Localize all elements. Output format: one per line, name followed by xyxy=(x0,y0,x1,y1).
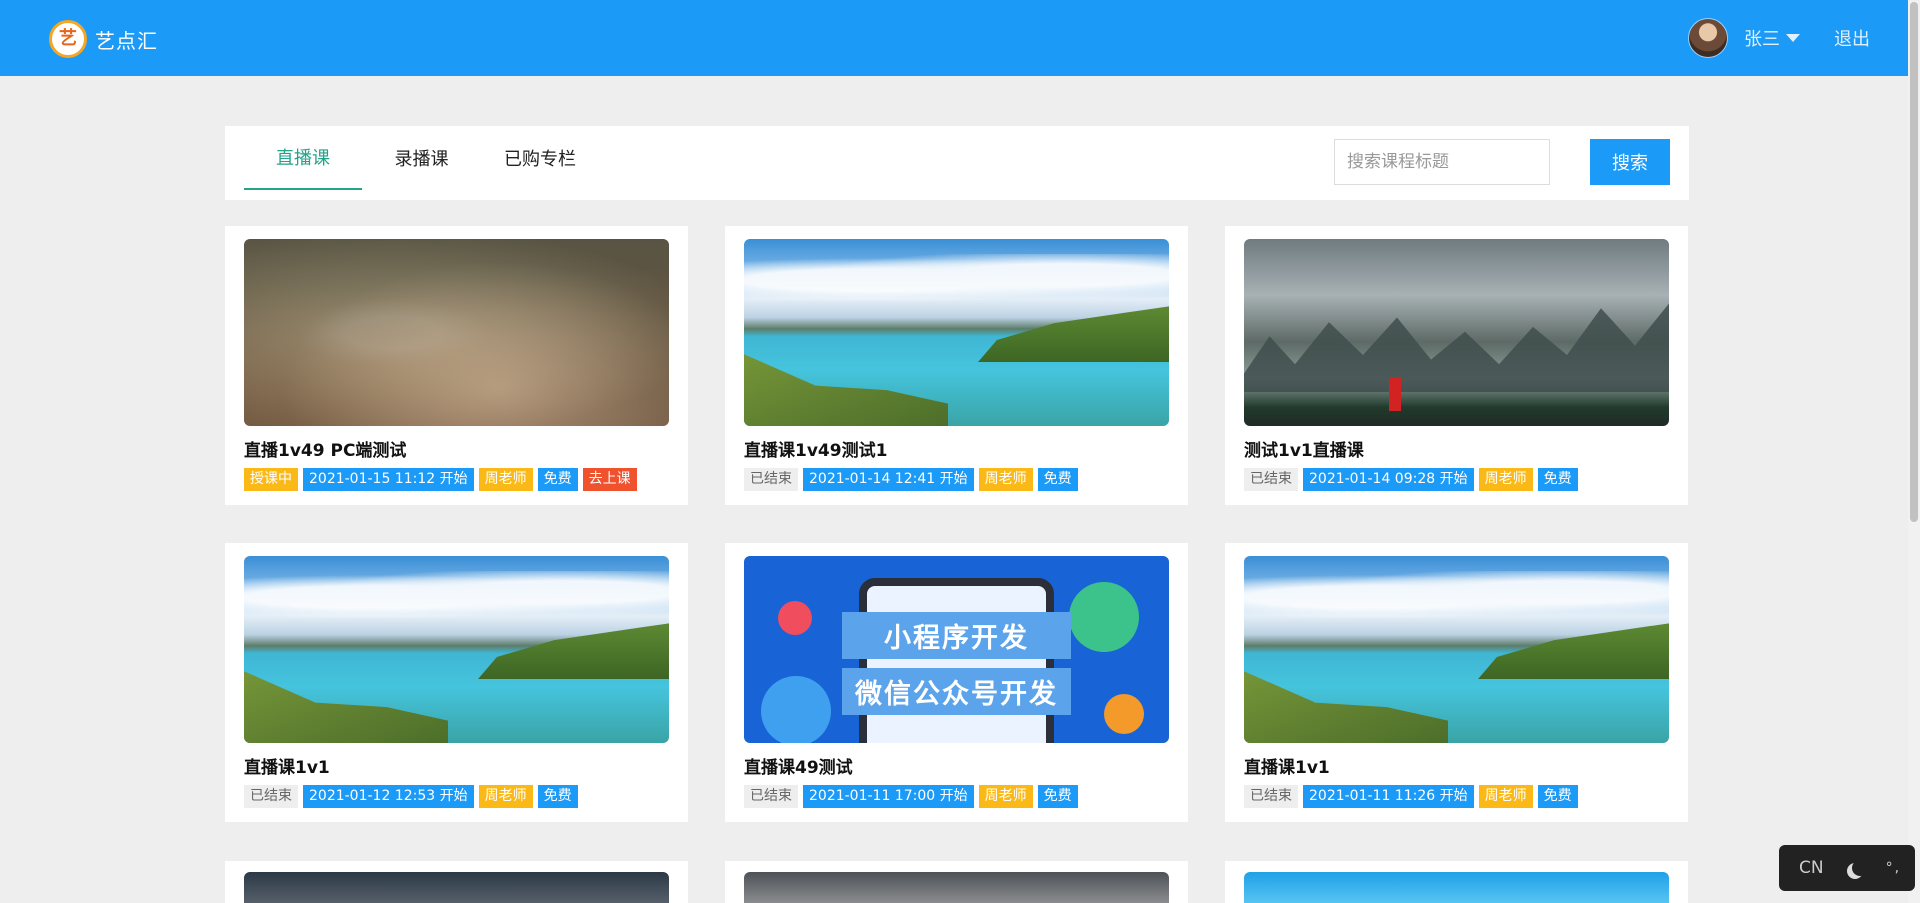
page-scrollbar[interactable] xyxy=(1908,0,1920,903)
price-badge: 免费 xyxy=(1037,468,1078,491)
course-title[interactable]: 直播课49测试 xyxy=(744,753,853,778)
start-time-badge: 2021-01-11 11:26 开始 xyxy=(1303,785,1474,808)
filter-panel: 直播课 录播课 已购专栏 搜索 xyxy=(225,126,1689,200)
course-card[interactable]: 直播课1v1 已结束 2021-01-12 12:53 开始 周老师 免费 xyxy=(225,543,688,822)
course-tags: 已结束 2021-01-14 09:28 开始 周老师 免费 xyxy=(1244,468,1583,491)
banner-text-line2: 微信公众号开发 xyxy=(841,668,1072,716)
tab-recorded-courses[interactable]: 录播课 xyxy=(362,126,481,190)
course-thumbnail[interactable] xyxy=(1244,872,1669,903)
course-card[interactable] xyxy=(1225,861,1688,903)
teacher-badge: 周老师 xyxy=(1478,468,1533,491)
start-time-badge: 2021-01-14 09:28 开始 xyxy=(1303,468,1474,491)
course-thumbnail[interactable] xyxy=(744,872,1169,903)
course-thumbnail[interactable]: 小程序开发 微信公众号开发 xyxy=(744,556,1169,743)
course-thumbnail[interactable] xyxy=(244,239,669,426)
course-tags: 授课中 2021-01-15 11:12 开始 周老师 免费 去上课 xyxy=(244,468,642,491)
banner-text-line1: 小程序开发 xyxy=(841,612,1072,660)
tab-purchased-columns[interactable]: 已购专栏 xyxy=(481,126,599,190)
status-badge: 已结束 xyxy=(744,785,798,808)
course-title[interactable]: 直播1v49 PC端测试 xyxy=(244,436,406,461)
price-badge: 免费 xyxy=(1037,785,1078,808)
start-time-badge: 2021-01-12 12:53 开始 xyxy=(303,785,474,808)
tab-live-courses[interactable]: 直播课 xyxy=(244,126,362,190)
course-tags: 已结束 2021-01-12 12:53 开始 周老师 免费 xyxy=(244,785,583,808)
course-thumbnail[interactable] xyxy=(1244,556,1669,743)
course-card[interactable]: 直播课1v1 已结束 2021-01-11 11:26 开始 周老师 免费 xyxy=(1225,543,1688,822)
price-badge: 免费 xyxy=(537,785,578,808)
top-navbar: 艺 艺点汇 张三 退出 xyxy=(0,0,1908,76)
search-input[interactable] xyxy=(1334,139,1550,185)
avatar[interactable] xyxy=(1688,18,1728,58)
status-badge: 已结束 xyxy=(244,785,298,808)
start-time-badge: 2021-01-14 12:41 开始 xyxy=(803,468,974,491)
teacher-badge: 周老师 xyxy=(978,785,1033,808)
course-title[interactable]: 直播课1v1 xyxy=(244,753,330,778)
price-badge: 免费 xyxy=(537,468,578,491)
course-card[interactable] xyxy=(725,861,1188,903)
user-area: 张三 退出 xyxy=(1688,18,1870,58)
wechat-icon xyxy=(761,675,831,743)
course-tags: 已结束 2021-01-11 17:00 开始 周老师 免费 xyxy=(744,785,1083,808)
course-thumbnail[interactable] xyxy=(244,872,669,903)
scrollbar-thumb[interactable] xyxy=(1910,2,1918,522)
course-card[interactable] xyxy=(225,861,688,903)
course-tags: 已结束 2021-01-14 12:41 开始 周老师 免费 xyxy=(744,468,1083,491)
username-dropdown[interactable]: 张三 xyxy=(1744,25,1780,51)
users-icon xyxy=(1069,582,1140,653)
course-title[interactable]: 直播课1v49测试1 xyxy=(744,436,887,461)
utensils-icon xyxy=(1103,694,1144,735)
status-badge: 已结束 xyxy=(1244,785,1298,808)
course-card[interactable]: 直播课1v49测试1 已结束 2021-01-14 12:41 开始 周老师 免… xyxy=(725,226,1188,505)
course-tags: 已结束 2021-01-11 11:26 开始 周老师 免费 xyxy=(1244,785,1583,808)
course-thumbnail[interactable] xyxy=(244,556,669,743)
status-badge: 已结束 xyxy=(744,468,798,491)
heart-icon xyxy=(778,600,812,635)
logout-link[interactable]: 退出 xyxy=(1834,25,1870,51)
course-title[interactable]: 测试1v1直播课 xyxy=(1244,436,1364,461)
course-thumbnail[interactable] xyxy=(744,239,1169,426)
course-card[interactable]: 小程序开发 微信公众号开发 直播课49测试 已结束 2021-01-11 17:… xyxy=(725,543,1188,822)
price-badge: 免费 xyxy=(1537,468,1578,491)
more-icon[interactable]: °, xyxy=(1886,860,1901,876)
language-label[interactable]: CN xyxy=(1799,858,1824,878)
start-time-badge: 2021-01-11 17:00 开始 xyxy=(803,785,974,808)
course-card[interactable]: 测试1v1直播课 已结束 2021-01-14 09:28 开始 周老师 免费 xyxy=(1225,226,1688,505)
start-time-badge: 2021-01-15 11:12 开始 xyxy=(303,468,474,491)
teacher-badge: 周老师 xyxy=(978,468,1033,491)
teacher-badge: 周老师 xyxy=(478,468,533,491)
moon-icon[interactable] xyxy=(1852,860,1868,876)
phone-graphic xyxy=(858,578,1055,743)
app-name: 艺点汇 xyxy=(95,28,158,53)
course-thumbnail[interactable] xyxy=(1244,239,1669,426)
join-class-button[interactable]: 去上课 xyxy=(582,468,637,491)
logo-icon: 艺 xyxy=(49,20,87,58)
language-widget[interactable]: CN °, xyxy=(1779,845,1915,891)
course-card[interactable]: 直播1v49 PC端测试 授课中 2021-01-15 11:12 开始 周老师… xyxy=(225,226,688,505)
status-badge: 已结束 xyxy=(1244,468,1298,491)
caret-down-icon[interactable] xyxy=(1786,34,1800,42)
course-title[interactable]: 直播课1v1 xyxy=(1244,753,1330,778)
status-badge: 授课中 xyxy=(244,468,298,491)
teacher-badge: 周老师 xyxy=(478,785,533,808)
app-logo[interactable]: 艺 艺点汇 xyxy=(49,20,158,58)
search-button[interactable]: 搜索 xyxy=(1590,139,1670,185)
price-badge: 免费 xyxy=(1537,785,1578,808)
teacher-badge: 周老师 xyxy=(1478,785,1533,808)
